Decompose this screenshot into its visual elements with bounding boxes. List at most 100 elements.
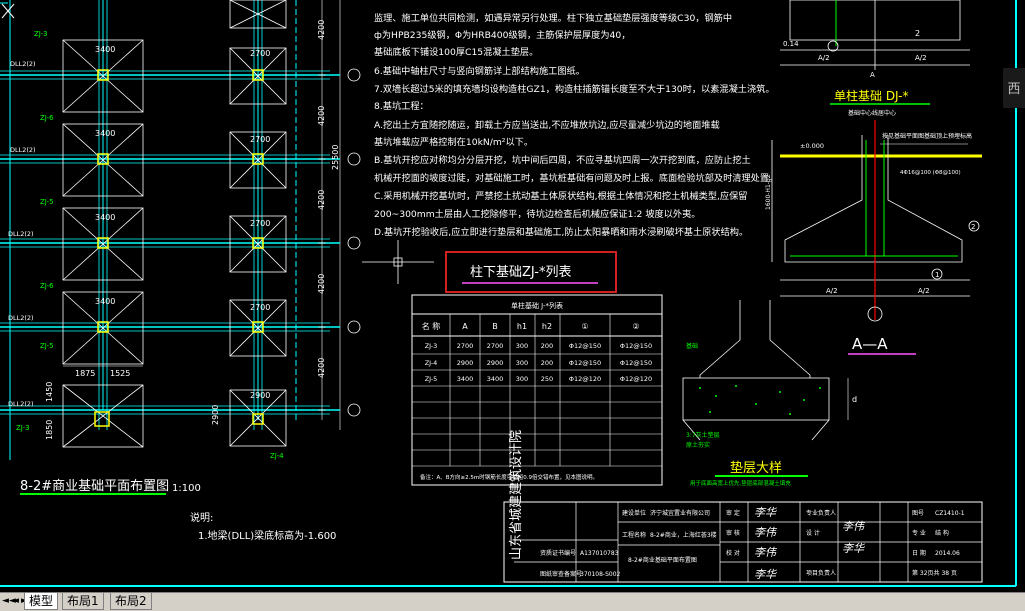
single-foundation-plan: 0.14 A/2 A/2 A 单柱基础 DJ-* 基础中心线居中心 2 xyxy=(780,0,970,117)
drawing-text: ф为HPB235级钢，Φ为HRB400级钢，主筋保护层厚度为40， xyxy=(374,29,630,41)
table-cell: Φ12@150 xyxy=(569,359,601,367)
marker-2b: 2 xyxy=(915,29,920,38)
dim-2700-4: 2700 xyxy=(250,303,270,312)
table-caption: 单柱基础 J-*列表 xyxy=(511,301,563,310)
drawing-text: 项目负责人 xyxy=(806,569,836,577)
pad-title: 垫层大样 xyxy=(730,460,782,476)
table-cell: 2700 xyxy=(457,342,474,350)
pad-detail: d 基础 3:7灰土垫层 原土夯实 垫层大样 用于底面高宽上优先,垫层底部混凝土… xyxy=(682,300,857,487)
table-cell: ZJ-3 xyxy=(425,342,438,350)
signature-designer: 李华 xyxy=(842,542,866,555)
dim-2700-3: 2700 xyxy=(250,219,270,228)
dim-2700-1: 2700 xyxy=(250,49,270,58)
marker-1: 1 xyxy=(935,271,939,279)
table-header: ① xyxy=(581,322,588,331)
dim-right-3: 4200 xyxy=(317,190,326,210)
section-aa: ±0.000 按见基础平面图基础顶上预埋标高 1600-H1-h2 A/2 A/… xyxy=(765,120,982,355)
table-header: ② xyxy=(632,322,639,331)
tab-layout1[interactable]: 布局1 xyxy=(62,593,104,610)
drawing-text: 专业负责人 xyxy=(806,509,836,517)
drawing-text: 8.基坑工程： xyxy=(374,100,429,112)
table-cell: 300 xyxy=(516,359,528,367)
signature-resp: 李伟 xyxy=(842,520,866,533)
pad-label-compact: 原土夯实 xyxy=(686,441,710,449)
drawing-svg[interactable]: 3400 2700 3400 2700 3400 2700 3400 2700 … xyxy=(0,0,1025,592)
signature-checker: 李伟 xyxy=(754,546,778,559)
drawing-text: 设 计 xyxy=(806,529,820,537)
prev-tab-button[interactable]: ◄ xyxy=(11,595,20,608)
signature-auditor: 李伟 xyxy=(754,526,778,539)
drawing-text: 6.基础中轴柱尺寸与竖向钢筋详上部结构施工图纸。 xyxy=(374,65,585,77)
table-header: h2 xyxy=(542,322,552,331)
general-notes: 监理、施工单位共同检测，如遇异常另行处理。柱下独立基础垫层强度等级C30，钢筋中… xyxy=(374,12,778,238)
institute-name: 山东省城建建筑设计院 xyxy=(508,430,524,560)
zj-label-6: ZJ-4 xyxy=(270,452,284,460)
table-header: A xyxy=(462,322,468,331)
plan-scale: 1:100 xyxy=(172,483,201,494)
dim-3400-4: 3400 xyxy=(95,297,115,306)
cad-drawing-canvas[interactable]: 3400 2700 3400 2700 3400 2700 3400 2700 … xyxy=(0,0,1025,592)
drawing-text: 基坑堆载应严格控制在10kN/m²以下。 xyxy=(374,136,533,148)
dim-1850: 1850 xyxy=(45,420,54,440)
zj-label-4: ZJ-6 xyxy=(40,282,54,290)
table-cell: Φ12@120 xyxy=(569,375,601,383)
drawing-text: 200~300mm土层由人工挖除修平，待坑边检查后机械应保证1:2 坡度以外夷。 xyxy=(374,208,700,220)
drawing-text: 8-2#商业基础平面布置图 xyxy=(628,556,697,564)
table-header: h1 xyxy=(517,322,527,331)
table-cell: 2900 xyxy=(457,359,474,367)
table-cell: Φ12@120 xyxy=(620,375,652,383)
table-cell: ZJ-4 xyxy=(425,359,438,367)
pad-subtitle: 用于底面高宽上优先,垫层底部混凝土填充 xyxy=(690,479,791,487)
dim-2900-v: 2900 xyxy=(211,405,220,425)
drawing-text: C.采用机械开挖基坑时，严禁挖土扰动基土体原状结构,根据土体情况和挖土机械类型,… xyxy=(374,190,748,202)
dim-3400-2: 3400 xyxy=(95,129,115,138)
tab-layout2[interactable]: 布局2 xyxy=(110,593,152,610)
drawing-text: 校 对 xyxy=(726,549,740,557)
first-tab-button[interactable]: ◄◄ xyxy=(2,595,16,608)
foundation-table: 单柱基础 J-*列表 名 称 A B h1 h2 ① ② ZJ-3 2700 2… xyxy=(411,294,663,486)
tab-model[interactable]: 模型 xyxy=(24,593,59,610)
dll-label-2: DLL2(2) xyxy=(10,146,36,154)
drawing-text: 结 构 xyxy=(935,529,949,537)
drawing-text: 图纸审查备案号 xyxy=(540,570,582,578)
drawing-text: 图号 xyxy=(912,510,924,517)
drawing-text: 370108-S002 xyxy=(580,571,621,578)
drawing-text: 监理、施工单位共同检测，如遇异常另行处理。柱下独立基础垫层强度等级C30，钢筋中 xyxy=(374,12,732,24)
drawing-text: 8-2#商业，上海红荟3楼 xyxy=(650,531,717,539)
viewcube-west-label[interactable]: 西 xyxy=(1003,78,1025,97)
pad-d-label: d xyxy=(852,395,857,404)
zj-label-2: ZJ-6 xyxy=(40,114,54,122)
drawing-text: 2014.06 xyxy=(935,550,960,557)
table-cell: Φ12@150 xyxy=(569,342,601,350)
crosshair-cursor xyxy=(362,240,434,284)
table-cell: 2700 xyxy=(487,342,504,350)
plan-title: 8-2#商业基础平面布置图 xyxy=(20,479,169,494)
drawing-text: 专 业 xyxy=(912,529,926,537)
dim-2900: 2900 xyxy=(250,391,270,400)
table-cell: 2900 xyxy=(487,359,504,367)
viewcube[interactable]: 西 xyxy=(1003,68,1025,108)
single-foundation-sub: 基础中心线居中心 xyxy=(848,109,896,117)
section-note: 4Φ16@100 (Φ8@100) xyxy=(900,170,961,176)
table-cell: Φ12@150 xyxy=(620,359,652,367)
layout-tab-bar: ◄◄ ◄ ► ►► 模型 布局1 布局2 xyxy=(0,592,1025,611)
pad-label-soil: 3:7灰土垫层 xyxy=(686,431,720,439)
dll-label-3: DLL2(2) xyxy=(8,230,34,238)
dim-1600: 1600-H1-h2 xyxy=(765,174,772,210)
legend-title: 说明: xyxy=(190,511,213,524)
ground-note: 按见基础平面图基础顶上预埋标高 xyxy=(882,132,972,140)
single-foundation-title: 单柱基础 DJ-* xyxy=(834,88,909,103)
drawing-text: 资质证书编号 xyxy=(540,549,576,557)
dim-a2-sec-2: A/2 xyxy=(918,287,930,295)
drawing-text: A.挖出土方宜随挖随运，卸载土方应当送出,不应堆放坑边,应尽量减少坑边的地面堆载 xyxy=(374,119,720,131)
drawing-text: 基础底板下铺设100厚C15混凝土垫层。 xyxy=(374,46,538,58)
dll-label-4: DLL2(2) xyxy=(8,314,34,322)
zj-label-3: ZJ-5 xyxy=(40,198,54,206)
legend-line: 1.地梁(DLL)梁底标高为-1.600 xyxy=(198,529,336,542)
dim-right-4: 4200 xyxy=(317,274,326,294)
dim-2700-2: 2700 xyxy=(250,135,270,144)
table-cell: Φ12@150 xyxy=(620,342,652,350)
dim-1450: 1450 xyxy=(45,382,54,402)
table-cell: 3400 xyxy=(457,375,474,383)
table-header: 名 称 xyxy=(422,321,441,331)
